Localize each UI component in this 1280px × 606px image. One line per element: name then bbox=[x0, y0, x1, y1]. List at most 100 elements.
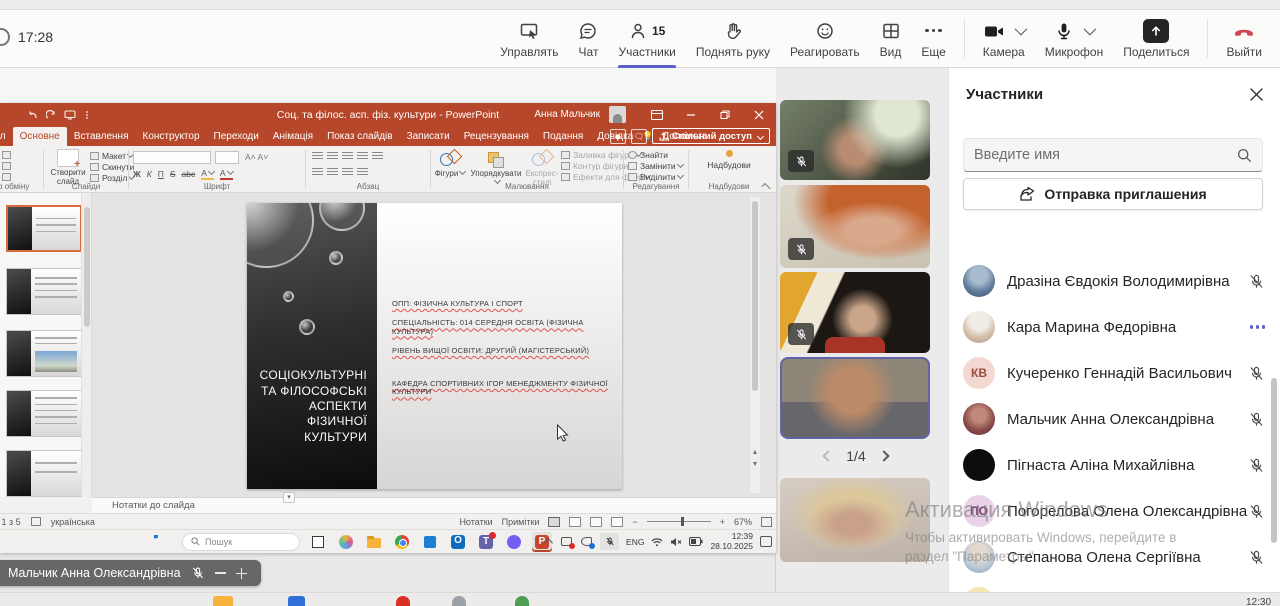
view-grid-icon bbox=[881, 20, 901, 42]
close-panel-icon[interactable] bbox=[1249, 87, 1264, 102]
video-tile[interactable] bbox=[780, 272, 930, 353]
participant-row[interactable]: Степанова Олена Сергіївна bbox=[949, 534, 1280, 580]
video-tile[interactable] bbox=[780, 478, 930, 562]
share-screen-icon bbox=[1143, 18, 1170, 43]
tab-review: Рецензування bbox=[463, 131, 529, 142]
addins-icon bbox=[725, 150, 733, 157]
participant-name: Кучеренко Геннадій Васильович bbox=[1007, 364, 1232, 382]
participant-row[interactable]: Пігнаста Аліна Михайлівна bbox=[949, 442, 1280, 488]
participants-scrollbar[interactable] bbox=[1271, 378, 1277, 543]
share-label: Поделиться bbox=[1123, 44, 1190, 59]
shared-screen-stage[interactable]: Соц. та філос. асп. фіз. культури - Powe… bbox=[0, 68, 776, 592]
view-button[interactable]: Вид bbox=[870, 10, 912, 68]
react-label: Реагировать bbox=[789, 44, 860, 59]
ribbon-display-icon bbox=[640, 103, 674, 126]
video-tile[interactable] bbox=[780, 100, 930, 180]
video-tile-active-speaker[interactable] bbox=[780, 357, 930, 439]
avatar bbox=[963, 265, 995, 297]
italic-button: К bbox=[146, 169, 152, 179]
raise-hand-button[interactable]: Поднять руку bbox=[686, 10, 780, 68]
editing-group: Знайти Замінити Виділити Редагування bbox=[624, 146, 688, 192]
share-button[interactable]: Поделиться bbox=[1113, 10, 1199, 68]
font-name-box bbox=[133, 151, 211, 164]
more-label: Еще bbox=[921, 44, 946, 59]
paragraph-group: Абзац bbox=[306, 146, 430, 192]
participant-search[interactable] bbox=[963, 138, 1263, 172]
search-icon bbox=[191, 537, 200, 546]
leave-button[interactable]: Выйти bbox=[1216, 10, 1272, 68]
avatar bbox=[963, 449, 995, 481]
zoom-in-pill-icon[interactable] bbox=[235, 567, 247, 579]
notes-toggle: Нотатки bbox=[459, 516, 493, 527]
recording-icon bbox=[560, 535, 576, 549]
react-button[interactable]: Реагировать bbox=[780, 10, 870, 68]
video-tile[interactable] bbox=[780, 185, 930, 268]
taskbar-icon bbox=[396, 596, 410, 606]
font-group: A˄ A˅ Ж К П S abc А А Шрифт bbox=[133, 151, 269, 191]
camera-chevron-icon[interactable] bbox=[1014, 22, 1028, 36]
fit-slide-icon bbox=[761, 516, 772, 527]
presenter-name-pill[interactable]: Мальчик Анна Олександрівна bbox=[0, 560, 261, 586]
taskbar-icon bbox=[213, 596, 233, 606]
mic-off-badge-icon bbox=[788, 238, 814, 260]
avatar bbox=[963, 311, 995, 343]
participants-button[interactable]: 15 Участники bbox=[608, 10, 685, 68]
store-icon bbox=[420, 532, 440, 552]
participant-row[interactable]: Кара Марина Федорівна bbox=[949, 304, 1280, 350]
ppt-ribbon: Буфер обміну Створити слайд Макет Скинут… bbox=[0, 146, 776, 193]
new-slide-icon bbox=[57, 149, 80, 170]
normal-view-icon bbox=[548, 516, 561, 527]
camera-button[interactable]: Камера bbox=[973, 10, 1035, 68]
invite-button[interactable]: Отправка приглашения bbox=[963, 178, 1263, 210]
chrome-icon bbox=[392, 532, 412, 552]
minimize-icon bbox=[674, 103, 708, 126]
panel-title: Участники bbox=[966, 86, 1044, 103]
slide-thumbnails-pane bbox=[0, 193, 92, 497]
participant-row[interactable]: КВ Кучеренко Геннадій Васильович bbox=[949, 350, 1280, 396]
participant-row[interactable]: Дразіна Євдокія Володимирівна bbox=[949, 258, 1280, 304]
qa-more-icon bbox=[86, 110, 88, 119]
host-taskbar: 12:30 bbox=[0, 592, 1280, 606]
slide-area-scrollbar: ▲ ▼ bbox=[750, 197, 760, 493]
explorer-icon bbox=[364, 532, 384, 552]
task-view-icon bbox=[308, 532, 328, 552]
pager-prev-icon[interactable] bbox=[822, 450, 834, 462]
share-invite-icon bbox=[1020, 186, 1035, 201]
mouse-cursor bbox=[557, 424, 569, 442]
participant-row[interactable]: ПО Погорелова Олена Олександрівна bbox=[949, 488, 1280, 534]
mic-button[interactable]: Микрофон bbox=[1035, 10, 1113, 68]
mic-icon bbox=[1054, 20, 1074, 42]
participant-name: Дразіна Євдокія Володимирівна bbox=[1007, 272, 1230, 290]
search-input[interactable] bbox=[974, 147, 1237, 163]
participant-row[interactable]: Мальчик Анна Олександрівна bbox=[949, 396, 1280, 442]
wifi-icon bbox=[652, 537, 663, 546]
avatar-initials: КВ bbox=[963, 357, 995, 389]
slide-body-text: ОПП: ФІЗИЧНА КУЛЬТУРА І СПОРТ СПЕЦІАЛЬНІ… bbox=[392, 299, 608, 397]
leave-label: Выйти bbox=[1226, 44, 1262, 59]
host-clock: 12:30 bbox=[1246, 597, 1272, 606]
shared-desktop-edge bbox=[0, 68, 776, 103]
mic-off-badge-icon bbox=[788, 150, 814, 172]
pager-next-icon[interactable] bbox=[878, 450, 890, 462]
presenter-mic-off-icon bbox=[191, 566, 205, 580]
zoom-out-pill-icon[interactable] bbox=[214, 572, 226, 574]
mic-off-icon bbox=[1248, 273, 1265, 290]
mic-chevron-icon[interactable] bbox=[1084, 22, 1097, 36]
video-pager: 1/4 bbox=[778, 442, 934, 470]
manage-button[interactable]: Управлять bbox=[490, 10, 568, 68]
volume-muted-icon bbox=[671, 537, 682, 546]
mic-label: Микрофон bbox=[1044, 44, 1104, 59]
invite-label: Отправка приглашения bbox=[1044, 186, 1207, 202]
more-button[interactable]: Еще bbox=[911, 10, 955, 68]
keyboard-language: ENG bbox=[626, 536, 645, 547]
slide-dark-panel: СОЦІОКУЛЬТУРНІ ТА ФІЛОСОФСЬКІ АСПЕКТИ ФІ… bbox=[247, 203, 377, 489]
action-center-icon bbox=[760, 536, 772, 547]
react-smiley-icon bbox=[815, 20, 835, 42]
presenter-name: Мальчик Анна Олександрівна bbox=[8, 566, 181, 580]
ppt-status-bar: Слайд 1 з 5 українська Нотатки Примітки … bbox=[0, 513, 776, 529]
tab-animations: Анімація bbox=[272, 131, 314, 142]
participant-name: Погорелова Олена Олександрівна bbox=[1007, 502, 1248, 520]
comments-toggle: Примітки bbox=[501, 516, 540, 527]
more-options-icon[interactable] bbox=[1249, 325, 1265, 329]
chat-button[interactable]: Чат bbox=[568, 10, 608, 68]
